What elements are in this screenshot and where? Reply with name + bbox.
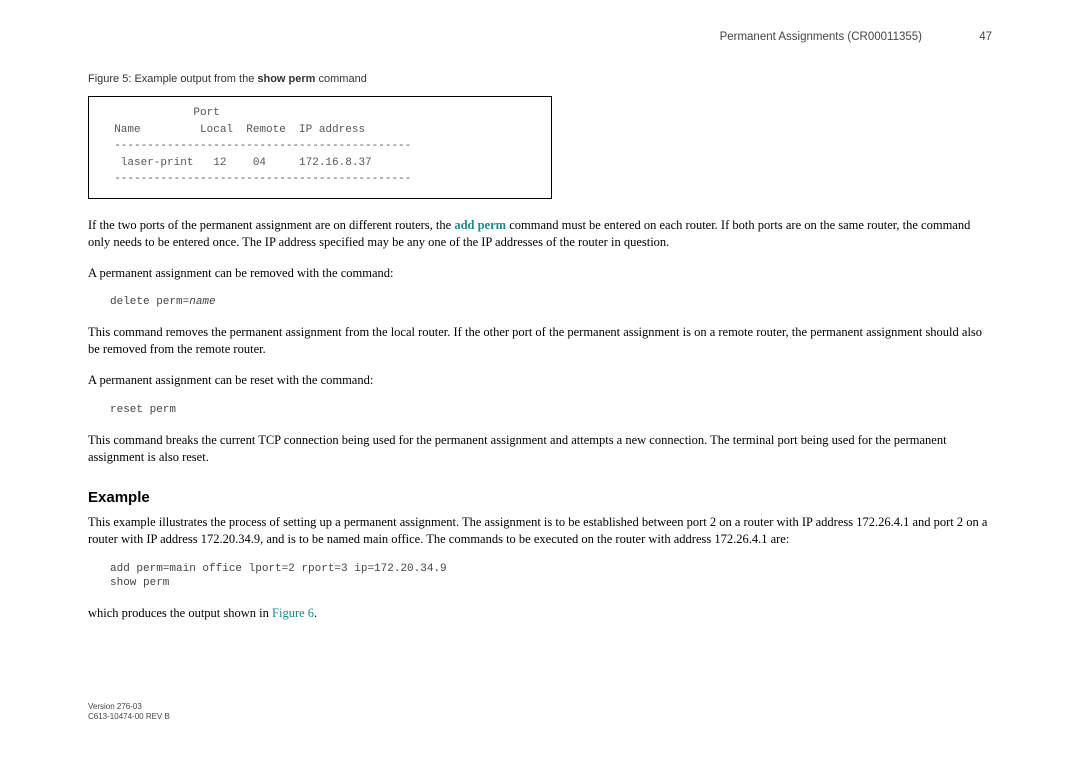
example-heading: Example xyxy=(88,488,992,508)
code-example-block: add perm=main office lport=2 rport=3 ip=… xyxy=(110,562,992,592)
code-delete-perm: delete perm=name xyxy=(110,295,992,310)
add-perm-link[interactable]: add perm xyxy=(454,218,506,232)
page-number: 47 xyxy=(979,30,992,46)
command-output-box: Port Name Local Remote IP address ------… xyxy=(88,96,552,199)
figure-caption-prefix: Figure 5: Example output from the xyxy=(88,73,257,85)
text-span: . xyxy=(314,606,317,620)
example-paragraph-result: which produces the output shown in Figur… xyxy=(88,605,992,622)
text-span: which produces the output shown in xyxy=(88,606,272,620)
figure-caption-suffix: command xyxy=(315,73,366,85)
example-paragraph-intro: This example illustrates the process of … xyxy=(88,514,992,548)
paragraph-reset-intro: A permanent assignment can be reset with… xyxy=(88,372,992,389)
figure-caption: Figure 5: Example output from the show p… xyxy=(88,72,992,87)
code-arg-name: name xyxy=(189,296,215,308)
text-span: If the two ports of the permanent assign… xyxy=(88,218,454,232)
page-header: Permanent Assignments (CR00011355) 47 xyxy=(88,30,992,46)
figure6-link[interactable]: Figure 6 xyxy=(272,606,314,620)
document-page: Permanent Assignments (CR00011355) 47 Fi… xyxy=(0,0,1080,622)
header-title: Permanent Assignments (CR00011355) xyxy=(720,30,922,46)
page-footer: Version 276-03 C613-10474-00 REV B xyxy=(88,702,170,723)
figure-caption-bold: show perm xyxy=(257,73,315,85)
paragraph-add-perm: If the two ports of the permanent assign… xyxy=(88,217,992,251)
paragraph-remove-intro: A permanent assignment can be removed wi… xyxy=(88,265,992,282)
paragraph-remove-desc: This command removes the permanent assig… xyxy=(88,324,992,358)
footer-version: Version 276-03 xyxy=(88,702,170,712)
code-reset-perm: reset perm xyxy=(110,403,992,418)
code-text: delete perm= xyxy=(110,296,189,308)
paragraph-reset-desc: This command breaks the current TCP conn… xyxy=(88,432,992,466)
footer-docnum: C613-10474-00 REV B xyxy=(88,712,170,722)
